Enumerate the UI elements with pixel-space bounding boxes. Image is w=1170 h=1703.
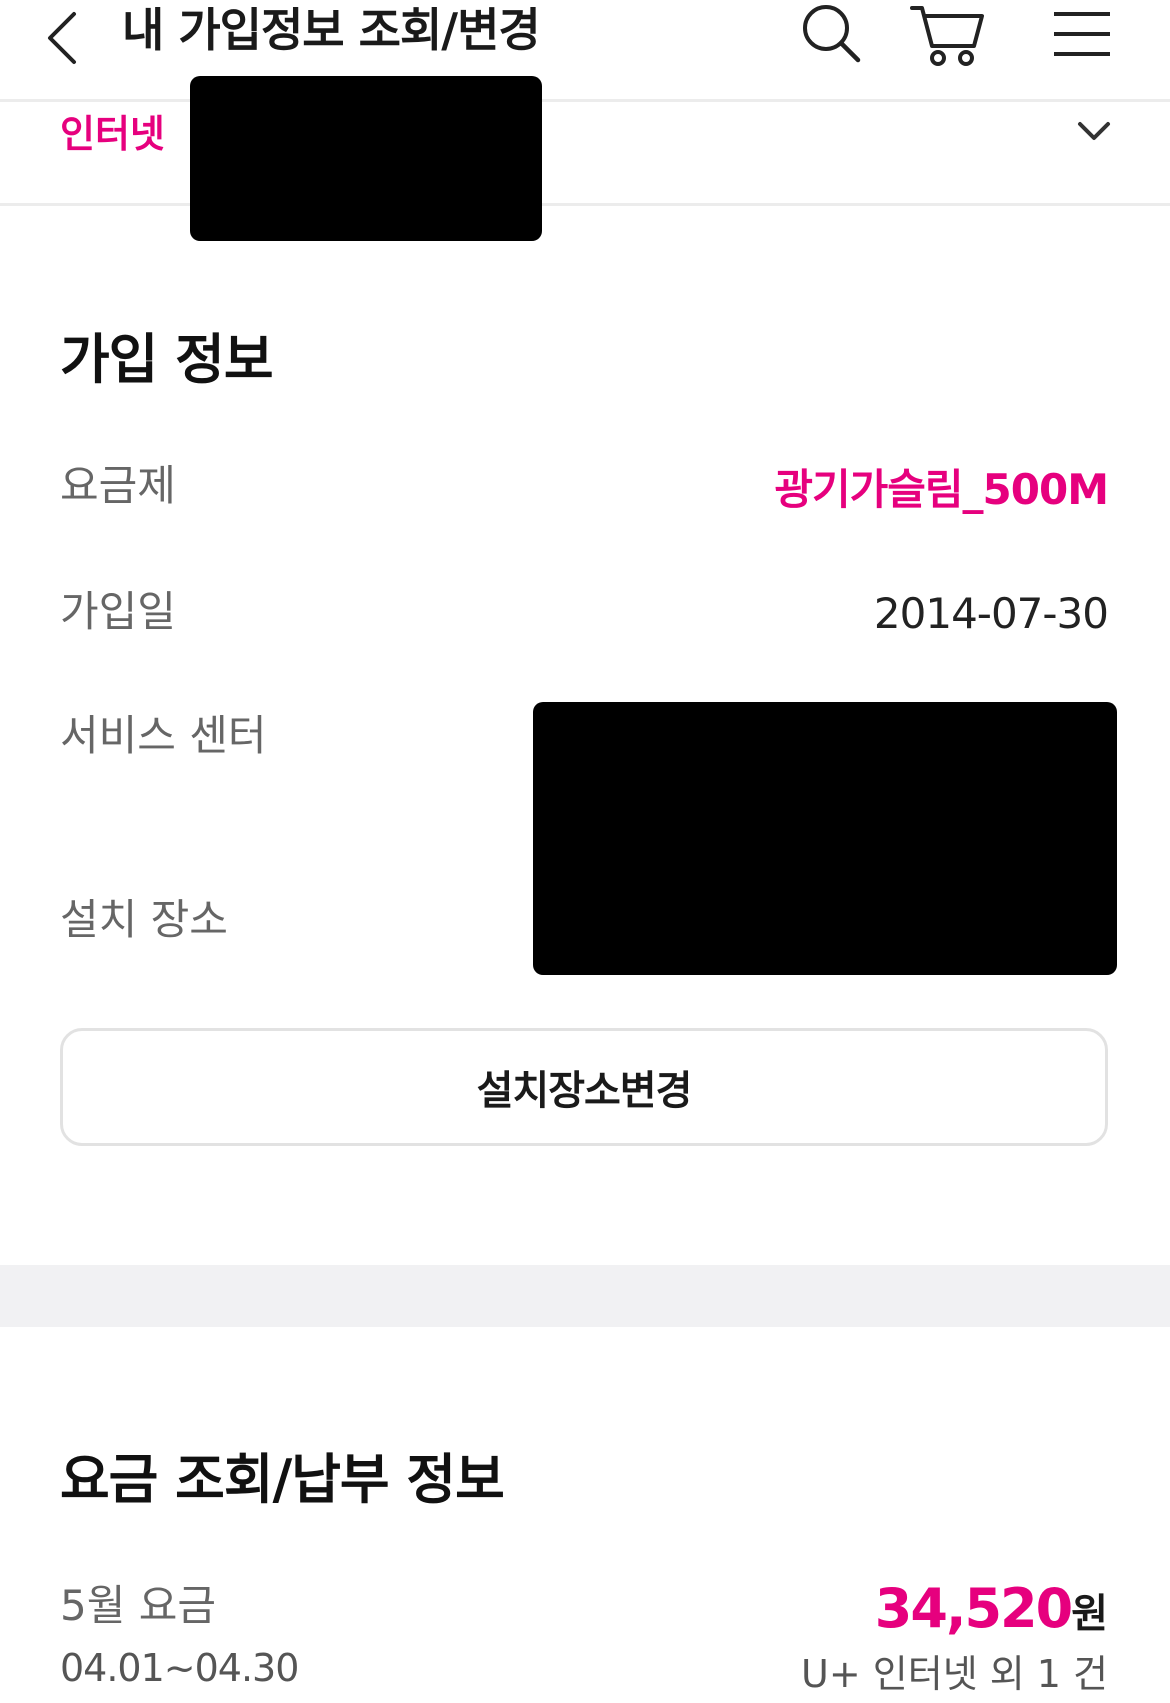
page-title: 내 가입정보 조회/변경 bbox=[122, 3, 541, 57]
search-button[interactable] bbox=[800, 2, 864, 66]
bill-description: U+ 인터넷 외 1 건 bbox=[801, 1652, 1108, 1696]
bill-month-label: 5월 요금 bbox=[60, 1581, 216, 1630]
app-header: 내 가입정보 조회/변경 bbox=[0, 0, 1170, 102]
cart-icon bbox=[910, 6, 984, 66]
install-place-label: 설치 장소 bbox=[60, 895, 228, 944]
bill-amount-value: 34,520 bbox=[874, 1577, 1073, 1640]
menu-button[interactable] bbox=[1050, 2, 1114, 66]
subscription-section-title: 가입 정보 bbox=[60, 328, 274, 391]
plan-value: 광기가슬림_500M bbox=[774, 465, 1109, 514]
chevron-left-icon bbox=[48, 12, 76, 64]
product-selector[interactable]: 인터넷 bbox=[0, 102, 1170, 206]
chevron-down-icon bbox=[1078, 122, 1110, 140]
search-icon bbox=[803, 5, 861, 63]
redacted-block bbox=[190, 76, 542, 241]
join-date-label: 가입일 bbox=[60, 587, 176, 636]
billing-section-title: 요금 조회/납부 정보 bbox=[60, 1448, 505, 1511]
cart-button[interactable] bbox=[908, 2, 988, 70]
change-install-place-label: 설치장소변경 bbox=[476, 1068, 693, 1114]
back-button[interactable] bbox=[40, 4, 90, 72]
bill-amount: 34,520원 bbox=[875, 1576, 1108, 1642]
redacted-block bbox=[533, 702, 1117, 975]
join-date-value: 2014-07-30 bbox=[873, 589, 1109, 638]
service-center-label: 서비스 센터 bbox=[60, 711, 267, 760]
bill-currency: 원 bbox=[1071, 1591, 1108, 1637]
plan-label: 요금제 bbox=[60, 461, 176, 510]
bill-period: 04.01~04.30 bbox=[60, 1646, 299, 1690]
section-divider bbox=[0, 1265, 1170, 1327]
hamburger-menu-icon bbox=[1054, 12, 1110, 56]
change-install-place-button[interactable]: 설치장소변경 bbox=[60, 1028, 1108, 1146]
product-type-label: 인터넷 bbox=[60, 112, 165, 156]
